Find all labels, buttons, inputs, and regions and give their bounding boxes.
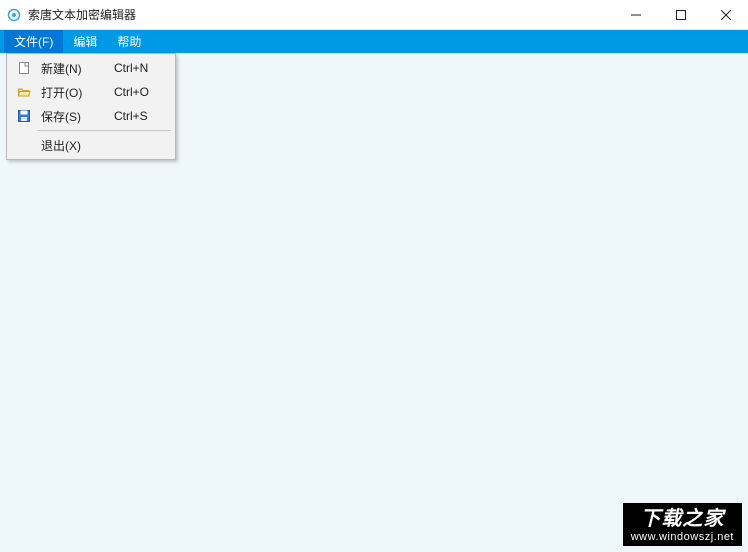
watermark: 下载之家 www.windowszj.net — [623, 503, 742, 546]
menu-file-label: 文件(F) — [14, 33, 53, 50]
menu-edit[interactable]: 编辑 — [63, 30, 107, 53]
menu-item-open-shortcut: Ctrl+O — [114, 85, 169, 99]
new-file-icon — [13, 61, 35, 75]
save-disk-icon — [13, 109, 35, 123]
menu-help-label: 帮助 — [117, 33, 141, 50]
menu-item-save-label: 保存(S) — [35, 108, 114, 125]
menu-separator — [37, 130, 171, 131]
maximize-button[interactable] — [658, 0, 703, 29]
menu-item-save-shortcut: Ctrl+S — [114, 109, 169, 123]
open-folder-icon — [13, 85, 35, 99]
menu-item-new-shortcut: Ctrl+N — [114, 61, 169, 75]
app-icon — [6, 7, 22, 23]
menu-file[interactable]: 文件(F) — [4, 30, 63, 53]
menu-item-open[interactable]: 打开(O) Ctrl+O — [9, 80, 173, 104]
menu-item-save[interactable]: 保存(S) Ctrl+S — [9, 104, 173, 128]
window-title: 索唐文本加密编辑器 — [28, 6, 613, 23]
window-controls — [613, 0, 748, 29]
watermark-title: 下载之家 — [631, 507, 734, 531]
minimize-button[interactable] — [613, 0, 658, 29]
menu-item-new[interactable]: 新建(N) Ctrl+N — [9, 56, 173, 80]
watermark-url: www.windowszj.net — [631, 531, 734, 544]
menu-item-new-label: 新建(N) — [35, 60, 114, 77]
titlebar: 索唐文本加密编辑器 — [0, 0, 748, 30]
close-button[interactable] — [703, 0, 748, 29]
menu-edit-label: 编辑 — [73, 33, 97, 50]
menu-help[interactable]: 帮助 — [107, 30, 151, 53]
menu-item-open-label: 打开(O) — [35, 84, 114, 101]
menu-item-exit-label: 退出(X) — [35, 137, 114, 154]
menu-item-exit[interactable]: 退出(X) — [9, 133, 173, 157]
menubar: 文件(F) 编辑 帮助 — [0, 30, 748, 53]
file-menu-dropdown: 新建(N) Ctrl+N 打开(O) Ctrl+O 保存(S) Ctrl+S 退… — [6, 53, 176, 160]
